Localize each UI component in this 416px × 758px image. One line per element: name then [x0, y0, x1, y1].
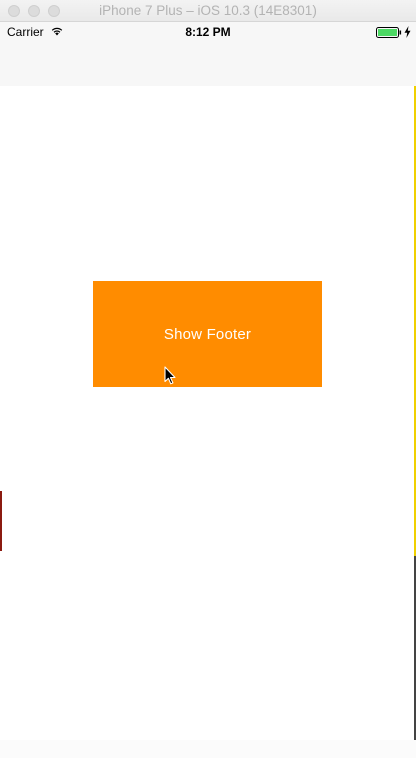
status-bar: Carrier 8:12 PM [0, 22, 416, 42]
navigation-bar [0, 42, 416, 86]
mouse-cursor-icon [164, 366, 176, 385]
battery-icon [376, 27, 402, 38]
status-time: 8:12 PM [185, 25, 231, 39]
window-title: iPhone 7 Plus – iOS 10.3 (14E8301) [99, 3, 317, 18]
left-edge-strip [0, 491, 2, 551]
charging-bolt-icon [404, 26, 411, 38]
simulator-window: iPhone 7 Plus – iOS 10.3 (14E8301) Carri… [0, 0, 416, 758]
main-content: Show Footer [0, 86, 416, 758]
show-footer-button[interactable]: Show Footer [93, 281, 322, 387]
bottom-edge [0, 740, 416, 758]
title-bar: iPhone 7 Plus – iOS 10.3 (14E8301) [0, 0, 416, 22]
